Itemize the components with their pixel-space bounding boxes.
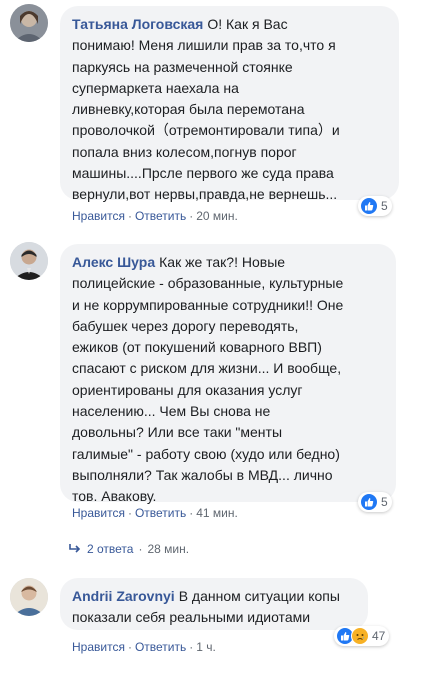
comment-actions: Нравится · Ответить · 41 мин. — [72, 506, 238, 520]
comment-line: ливневку,которая была перемотана — [72, 101, 305, 118]
reaction-count: 5 — [381, 495, 388, 509]
comment-line: довольны? Или все таки "менты — [72, 424, 283, 441]
comment-actions: Нравится · Ответить · 20 мин. — [72, 209, 238, 223]
comment-author[interactable]: Алекс Шура — [72, 254, 155, 270]
comment-line: проволочкой（отремонтировали типа）и — [72, 122, 340, 139]
separator-dot: · — [127, 209, 132, 223]
comment-author[interactable]: Andrii Zarovnyi — [72, 588, 175, 604]
reaction-summary[interactable]: 5 — [358, 492, 392, 512]
comment-author[interactable]: Татьяна Логовская — [72, 16, 203, 32]
reply-arrow-icon — [68, 542, 82, 556]
comment-line: машины....Прсле первого же суда права — [72, 165, 334, 182]
like-link[interactable]: Нравится — [72, 209, 125, 223]
separator-dot: · — [127, 506, 132, 520]
comment-actions: Нравится · Ответить · 1 ч. — [72, 640, 216, 654]
comment-line: супермаркета наехала на — [72, 79, 239, 96]
like-link[interactable]: Нравится — [72, 640, 125, 654]
reaction-count: 47 — [372, 629, 386, 643]
comment-line: В данном ситуации копы — [178, 588, 340, 604]
reply-link[interactable]: Ответить — [135, 209, 186, 223]
replies-timestamp: 28 мин. — [147, 542, 190, 556]
separator-dot: · — [189, 506, 194, 520]
comment-line: бабушек через дорогу переводять, — [72, 317, 299, 334]
reaction-count: 5 — [381, 199, 388, 213]
separator-dot: · — [127, 640, 132, 654]
comment-line: понимаю! Меня лишили прав за то,что я — [72, 37, 336, 54]
avatar[interactable] — [10, 4, 48, 42]
comment-line: паркуясь на размеченной стоянке — [72, 58, 293, 75]
replies-count[interactable]: 2 ответа — [87, 542, 133, 556]
comment-line: и не коррумпированные сотрудники!! Оне — [72, 296, 344, 313]
like-reaction-icon — [360, 197, 378, 215]
comment-bubble: Алекс Шура Как же так?! Новые полицейские… — [60, 244, 396, 505]
comment-line: спасают с риском для жизни... И вообще, — [72, 360, 342, 377]
like-link[interactable]: Нравится — [72, 506, 125, 520]
reaction-summary[interactable]: 47 — [334, 626, 390, 646]
comment-line: галимые" - работу свою (худо или бедно) — [72, 445, 340, 462]
comment-line: попала вниз колесом,погнув порог — [72, 143, 297, 160]
comment-line: выполняли? Так жалобы в МВД... лично — [72, 466, 333, 483]
reply-link[interactable]: Ответить — [135, 506, 186, 520]
like-reaction-icon — [360, 493, 378, 511]
comment-line: О! Как я Вас — [207, 16, 288, 32]
reaction-summary[interactable]: 5 — [358, 196, 392, 216]
avatar[interactable] — [10, 242, 48, 280]
sad-reaction-icon — [351, 627, 369, 645]
comment-line: ориентированы для оказания услуг — [72, 381, 303, 398]
comment-line: Как же так?! Новые — [159, 254, 286, 270]
comment-line: ежиков (от покушений коварного ВВП) — [72, 339, 322, 356]
comment-line: показали себя реальными идиотами — [72, 609, 311, 626]
reply-link[interactable]: Ответить — [135, 640, 186, 654]
avatar[interactable] — [10, 578, 48, 616]
comment-bubble: Andrii Zarovnyi В данном ситуации копы по… — [60, 578, 368, 630]
comment-timestamp[interactable]: 20 мин. — [196, 209, 238, 223]
separator-dot: · — [189, 640, 194, 654]
separator-dot: · — [189, 209, 194, 223]
comment-line: полицейские - образованные, культурные — [72, 275, 344, 292]
comment-bubble: Татьяна Логовская О! Как я Вас понимаю! М… — [60, 6, 399, 203]
view-replies-link[interactable]: 2 ответа · 28 мин. — [68, 542, 189, 556]
separator-dot: · — [138, 542, 143, 556]
comment-line: вернули,вот нервы,правда,не вернешь... — [72, 186, 338, 203]
comment-timestamp[interactable]: 1 ч. — [196, 640, 216, 654]
comment-timestamp[interactable]: 41 мин. — [196, 506, 238, 520]
comment-line: тов. Авакову. — [72, 488, 157, 505]
comment-line: населению... Чем Вы снова не — [72, 403, 271, 420]
